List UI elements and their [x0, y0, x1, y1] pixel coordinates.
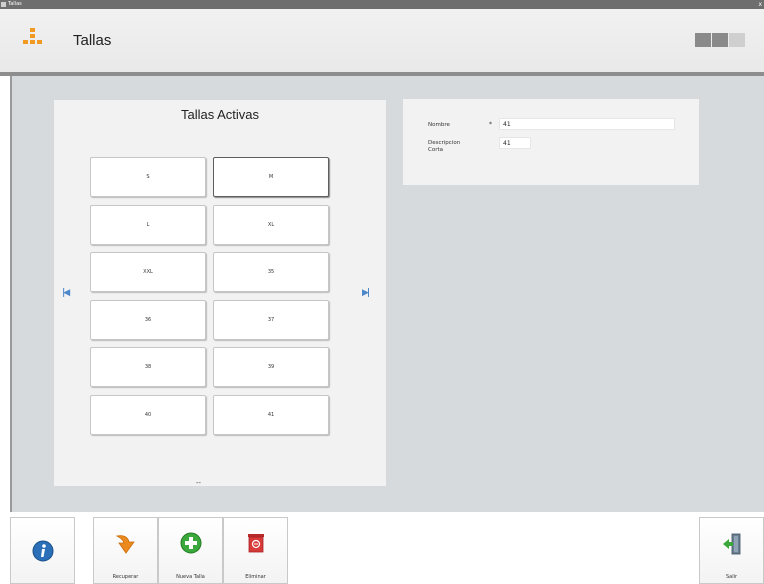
required-mark: *	[489, 121, 492, 128]
nombre-label: Nombre	[428, 122, 450, 128]
minimize-button[interactable]	[695, 33, 711, 47]
bottom-toolbar: Recuperar Nueva Talla Eliminar Salir	[0, 512, 764, 584]
descripcion-label: Descripcion Corta	[428, 140, 460, 154]
descripcion-corta-input[interactable]: 41	[499, 137, 531, 149]
nombre-input[interactable]: 41	[499, 118, 675, 130]
descripcion-label-line2: Corta	[428, 147, 443, 153]
grid-icon	[23, 28, 43, 50]
eliminar-button[interactable]: Eliminar	[223, 517, 288, 584]
recuperar-button[interactable]: Recuperar	[93, 517, 158, 584]
info-icon	[32, 540, 54, 565]
content-area: Tallas Activas S M L XL XXL 35 36 37 38 …	[10, 76, 764, 512]
window-close-button[interactable]: x	[758, 0, 762, 9]
size-button-41[interactable]: 41	[213, 395, 329, 435]
nueva-talla-button[interactable]: Nueva Talla	[158, 517, 223, 584]
size-button-m[interactable]: M	[213, 157, 329, 197]
size-button-s[interactable]: S	[90, 157, 206, 197]
size-button-37[interactable]: 37	[213, 300, 329, 340]
exit-door-icon	[721, 532, 743, 559]
first-page-icon[interactable]: |◀	[62, 288, 70, 298]
active-sizes-panel: Tallas Activas S M L XL XXL 35 36 37 38 …	[54, 100, 386, 487]
size-button-40[interactable]: 40	[90, 395, 206, 435]
arrow-down-icon	[113, 532, 139, 559]
last-page-icon[interactable]: ▶|	[362, 288, 370, 298]
size-button-35[interactable]: 35	[213, 252, 329, 292]
size-button-xxl[interactable]: XXL	[90, 252, 206, 292]
size-button-l[interactable]: L	[90, 205, 206, 245]
window-title: Tallas	[8, 1, 22, 7]
panel-title: Tallas Activas	[180, 107, 260, 122]
trash-icon	[245, 532, 267, 557]
page-title: Tallas	[73, 32, 112, 49]
size-button-xl[interactable]: XL	[213, 205, 329, 245]
window-app-icon	[1, 2, 6, 7]
eliminar-label: Eliminar	[245, 574, 266, 580]
restore-button[interactable]	[729, 33, 745, 47]
maximize-button[interactable]	[712, 33, 728, 47]
salir-label: Salir	[725, 574, 738, 580]
window-controls	[694, 33, 745, 47]
descripcion-label-line1: Descripcion	[428, 140, 461, 146]
size-detail-form: Nombre * 41 Descripcion Corta 41	[403, 99, 699, 185]
info-button[interactable]	[10, 517, 75, 584]
window-title-bar: Tallas x	[0, 0, 764, 9]
panel-footer-mark: --	[196, 479, 202, 487]
page-header: Tallas	[0, 9, 764, 76]
size-button-38[interactable]: 38	[90, 347, 206, 387]
size-button-36[interactable]: 36	[90, 300, 206, 340]
nueva-talla-label: Nueva Talla	[176, 574, 205, 580]
recuperar-label: Recuperar	[112, 574, 139, 580]
plus-icon	[180, 532, 202, 557]
salir-button[interactable]: Salir	[699, 517, 764, 584]
size-button-39[interactable]: 39	[213, 347, 329, 387]
